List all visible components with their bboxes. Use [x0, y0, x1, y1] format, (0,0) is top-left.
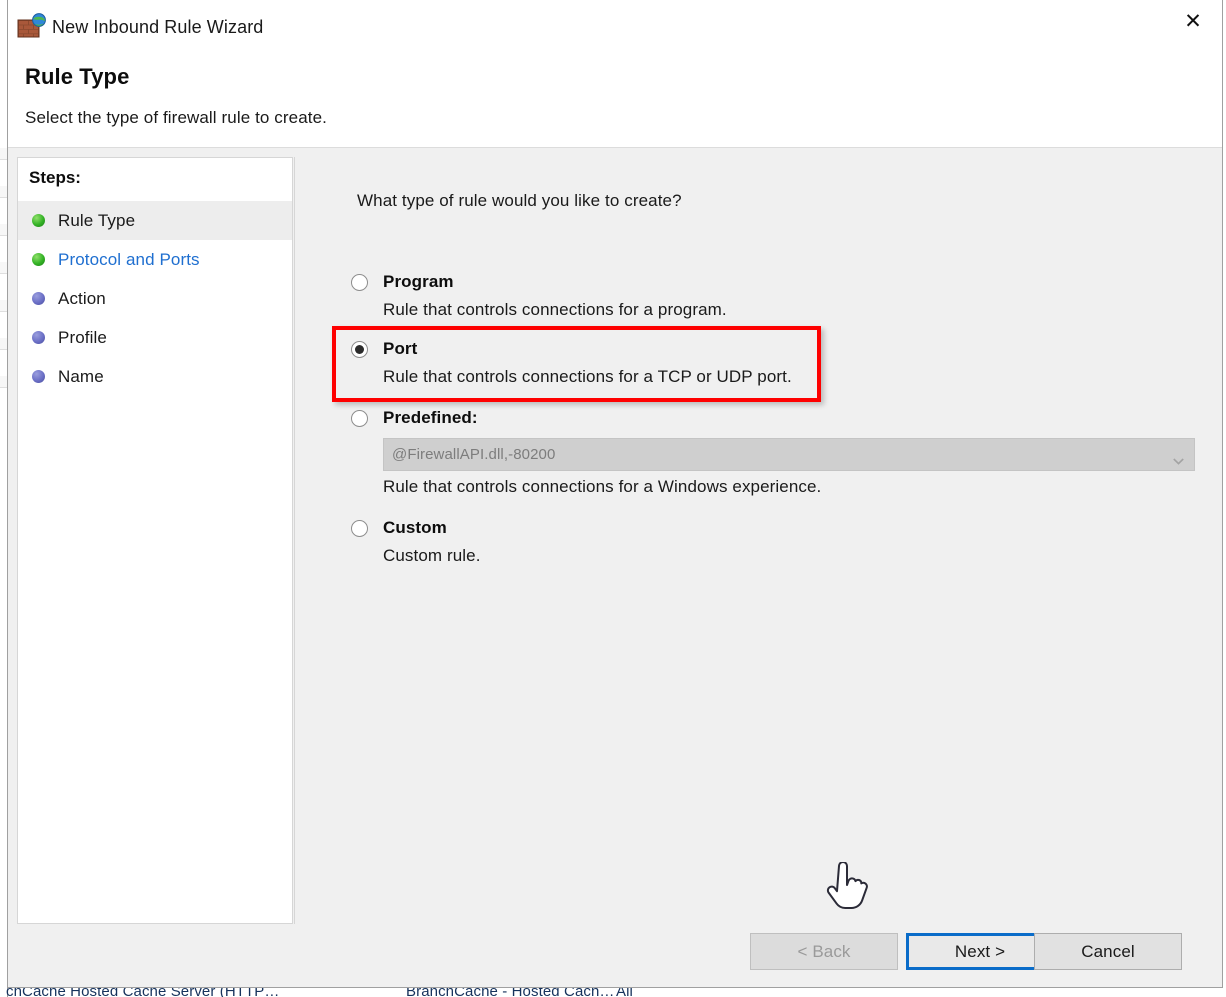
step-status-icon	[32, 331, 45, 344]
step-status-icon	[32, 370, 45, 383]
option-description: Custom rule.	[383, 546, 1226, 566]
sidebar-item-protocol-and-ports[interactable]: Protocol and Ports	[18, 240, 292, 279]
steps-sidebar: Steps: Rule Type Protocol and Ports Acti…	[17, 157, 293, 924]
rule-type-option-custom[interactable]: Custom Custom rule.	[351, 516, 1226, 566]
new-inbound-rule-wizard-dialog: New Inbound Rule Wizard ✕ Rule Type Sele…	[7, 0, 1223, 988]
rule-type-radio-group: Program Rule that controls connections f…	[351, 270, 1226, 577]
sidebar-item-label: Profile	[58, 328, 107, 348]
sidebar-item-rule-type[interactable]: Rule Type	[18, 201, 292, 240]
page-header: Rule Type Select the type of firewall ru…	[8, 52, 1222, 148]
background-list-row	[0, 376, 7, 388]
option-description: Rule that controls connections for a TCP…	[383, 367, 1226, 387]
close-button[interactable]: ✕	[1164, 0, 1222, 42]
rule-type-option-predefined[interactable]: Predefined: @FirewallAPI.dll,-80200 Rule…	[351, 406, 1226, 497]
step-status-icon	[32, 253, 45, 266]
back-button[interactable]: < Back	[750, 933, 898, 970]
option-description: Rule that controls connections for a Win…	[383, 477, 1226, 497]
title-bar: New Inbound Rule Wizard ✕	[8, 0, 1222, 52]
step-status-icon	[32, 292, 45, 305]
predefined-rule-value: @FirewallAPI.dll,-80200	[384, 446, 555, 463]
rule-type-option-program[interactable]: Program Rule that controls connections f…	[351, 270, 1226, 320]
option-title: Port	[383, 339, 417, 359]
background-list-row	[0, 224, 7, 236]
option-description: Rule that controls connections for a pro…	[383, 300, 1226, 320]
steps-heading: Steps:	[29, 168, 81, 188]
close-icon: ✕	[1184, 11, 1202, 32]
main-content-pane: What type of rule would you like to crea…	[294, 157, 1213, 924]
background-list-row	[0, 338, 7, 350]
background-list-row	[0, 148, 7, 160]
sidebar-item-profile[interactable]: Profile	[18, 318, 292, 357]
radio-port[interactable]	[351, 341, 368, 358]
radio-predefined[interactable]	[351, 410, 368, 427]
sidebar-item-label: Protocol and Ports	[58, 250, 200, 270]
cancel-button[interactable]: Cancel	[1034, 933, 1182, 970]
steps-list: Rule Type Protocol and Ports Action Prof…	[18, 201, 292, 396]
option-title: Predefined:	[383, 408, 478, 428]
sidebar-item-label: Rule Type	[58, 211, 135, 231]
option-title: Custom	[383, 518, 447, 538]
rule-type-option-port[interactable]: Port Rule that controls connections for …	[351, 337, 1226, 387]
rule-type-prompt: What type of rule would you like to crea…	[357, 191, 682, 211]
window-title: New Inbound Rule Wizard	[52, 17, 263, 38]
background-list-row	[0, 262, 7, 274]
radio-program[interactable]	[351, 274, 368, 291]
page-title: Rule Type	[25, 64, 129, 90]
sidebar-item-name[interactable]: Name	[18, 357, 292, 396]
sidebar-item-label: Action	[58, 289, 106, 309]
dialog-footer: < Back Next > Cancel	[8, 933, 1222, 987]
option-title: Program	[383, 272, 454, 292]
chevron-down-icon	[1173, 452, 1184, 459]
radio-custom[interactable]	[351, 520, 368, 537]
sidebar-item-label: Name	[58, 367, 104, 387]
background-list-row	[0, 300, 7, 312]
predefined-rule-dropdown[interactable]: @FirewallAPI.dll,-80200	[383, 438, 1195, 471]
next-button[interactable]: Next >	[906, 933, 1054, 970]
dialog-body: Steps: Rule Type Protocol and Ports Acti…	[8, 148, 1222, 933]
step-status-icon	[32, 214, 45, 227]
firewall-brick-globe-icon	[17, 13, 47, 39]
background-list-row	[0, 186, 7, 198]
page-subtitle: Select the type of firewall rule to crea…	[25, 108, 327, 128]
sidebar-item-action[interactable]: Action	[18, 279, 292, 318]
